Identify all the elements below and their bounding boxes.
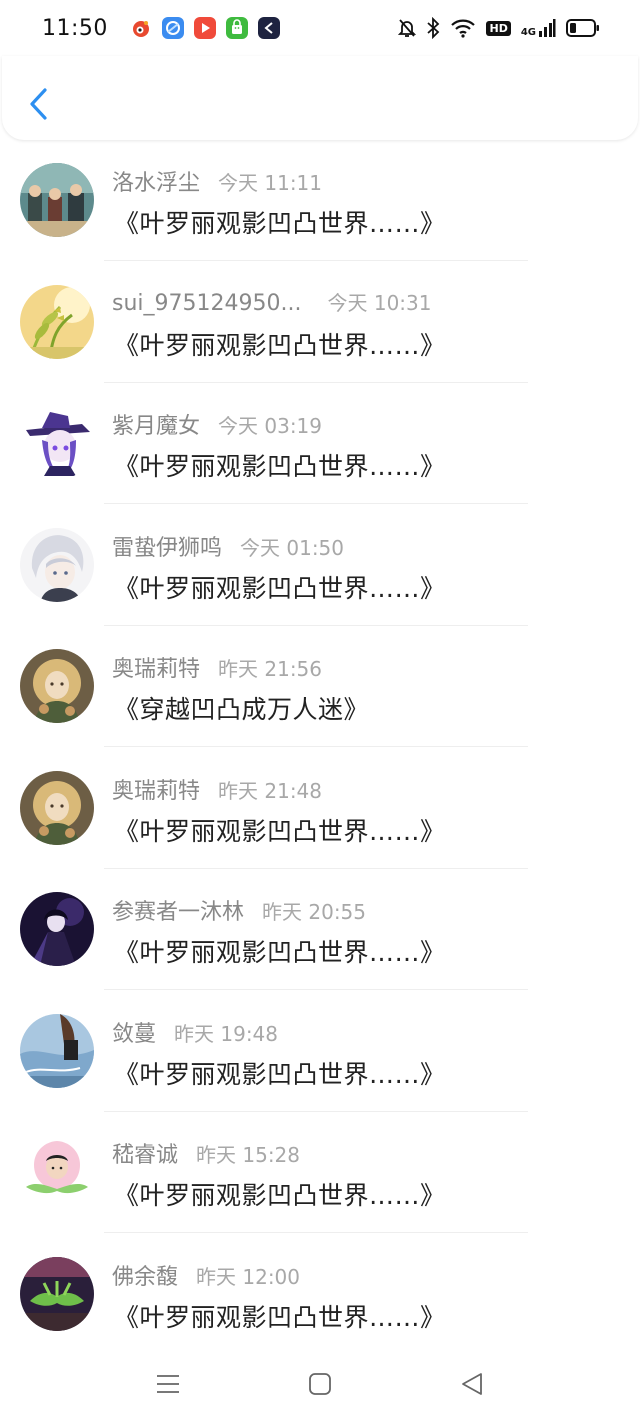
message-content: 《叶罗丽观影凹凸世界……》 — [114, 1059, 446, 1089]
avatar[interactable] — [20, 406, 94, 480]
list-item[interactable]: 奥瑞莉特 昨天 21:48 《叶罗丽观影凹凸世界……》 — [0, 748, 640, 870]
message-meta: 雷蛰伊狮鸣 今天 01:50 — [112, 530, 344, 562]
message-time: 今天 11:11 — [218, 171, 323, 195]
message-meta: 佛余馥 昨天 12:00 — [112, 1259, 300, 1291]
store-icon — [225, 17, 248, 39]
app-icon — [257, 17, 280, 39]
message-time: 昨天 20:55 — [262, 900, 367, 924]
status-time: 11:50 — [42, 15, 108, 41]
sender-name[interactable]: 嵇睿诚 — [112, 1137, 178, 1169]
avatar[interactable] — [20, 527, 94, 602]
message-meta: 敛蔓 昨天 19:48 — [112, 1016, 278, 1048]
sender-name[interactable]: 佛余馥 — [112, 1259, 178, 1291]
list-item[interactable]: 奥瑞莉特 昨天 21:56 《穿越凹凸成万人迷》 — [0, 626, 640, 748]
avatar[interactable] — [20, 284, 94, 359]
avatar[interactable] — [20, 1256, 94, 1331]
avatar[interactable] — [20, 163, 94, 237]
message-meta: 奥瑞莉特 昨天 21:56 — [112, 651, 322, 683]
browser-icon — [161, 17, 184, 39]
message-time: 昨天 15:28 — [196, 1143, 301, 1167]
menu-button[interactable] — [148, 1366, 188, 1402]
avatar[interactable] — [20, 1013, 94, 1088]
list-item[interactable]: sui_975124950... 今天 10:31 《叶罗丽观影凹凸世界……》 — [0, 262, 640, 384]
message-time: 今天 10:31 — [327, 290, 432, 315]
sender-name[interactable]: sui_975124950... — [112, 291, 301, 316]
message-content: 《叶罗丽观影凹凸世界……》 — [114, 209, 446, 238]
message-meta: sui_975124950... 今天 10:31 — [112, 287, 431, 316]
message-content: 《叶罗丽观影凹凸世界……》 — [114, 816, 446, 846]
status-bar: 11:50 HD 4G — [0, 0, 640, 56]
weibo-icon — [129, 17, 152, 39]
network-type-label: 4G — [520, 27, 536, 38]
back-button[interactable] — [16, 74, 60, 134]
message-content: 《叶罗丽观影凹凸世界……》 — [114, 573, 446, 603]
cellular-signal-icon: 4G — [521, 18, 556, 38]
message-content: 《穿越凹凸成万人迷》 — [114, 695, 370, 724]
video-icon — [193, 17, 216, 39]
system-nav-bar — [0, 1350, 640, 1422]
sender-name[interactable]: 雷蛰伊狮鸣 — [112, 530, 222, 562]
screen: 11:50 HD 4G 洛水浮尘 今天 11:11 《叶罗丽观影凹凸世界……》 … — [0, 0, 640, 1422]
message-content: 《叶罗丽观影凹凸世界……》 — [114, 1181, 446, 1210]
home-button[interactable] — [300, 1366, 340, 1402]
message-time: 昨天 21:56 — [218, 657, 323, 681]
message-list: 洛水浮尘 今天 11:11 《叶罗丽观影凹凸世界……》 sui_97512495… — [0, 140, 640, 1355]
sender-name[interactable]: 奥瑞莉特 — [112, 773, 200, 805]
bluetooth-icon — [426, 17, 440, 39]
message-time: 昨天 19:48 — [174, 1021, 279, 1046]
list-item[interactable]: 洛水浮尘 今天 11:11 《叶罗丽观影凹凸世界……》 — [0, 140, 640, 262]
wifi-icon — [450, 18, 476, 38]
notification-icons — [129, 17, 280, 39]
message-content: 《叶罗丽观影凹凸世界……》 — [114, 1302, 446, 1332]
message-content: 《叶罗丽观影凹凸世界……》 — [114, 330, 446, 360]
list-item[interactable]: 参赛者一沐林 昨天 20:55 《叶罗丽观影凹凸世界……》 — [0, 869, 640, 991]
message-content: 《叶罗丽观影凹凸世界……》 — [114, 938, 446, 967]
avatar[interactable] — [20, 1135, 94, 1209]
avatar[interactable] — [20, 649, 94, 723]
message-content: 《叶罗丽观影凹凸世界……》 — [114, 452, 446, 481]
home-icon — [309, 1373, 331, 1395]
message-meta: 洛水浮尘 今天 11:11 — [112, 165, 322, 197]
message-time: 今天 01:50 — [240, 535, 345, 560]
message-meta: 紫月魔女 今天 03:19 — [112, 408, 322, 440]
mute-bell-icon — [398, 18, 417, 38]
sender-name[interactable]: 参赛者一沐林 — [112, 894, 244, 926]
sender-name[interactable]: 敛蔓 — [112, 1016, 156, 1048]
message-meta: 奥瑞莉特 昨天 21:48 — [112, 773, 322, 805]
list-item[interactable]: 佛余馥 昨天 12:00 《叶罗丽观影凹凸世界……》 — [0, 1234, 640, 1356]
message-time: 今天 03:19 — [218, 414, 323, 438]
app-header — [2, 56, 638, 140]
avatar[interactable] — [20, 892, 94, 966]
message-time: 昨天 21:48 — [218, 778, 323, 803]
back-triangle-icon — [462, 1373, 482, 1395]
message-time: 昨天 12:00 — [196, 1264, 301, 1289]
avatar[interactable] — [20, 770, 94, 845]
menu-icon — [157, 1375, 179, 1393]
back-nav-button[interactable] — [452, 1366, 492, 1402]
message-meta: 参赛者一沐林 昨天 20:55 — [112, 894, 366, 926]
list-item[interactable]: 雷蛰伊狮鸣 今天 01:50 《叶罗丽观影凹凸世界……》 — [0, 505, 640, 627]
message-meta: 嵇睿诚 昨天 15:28 — [112, 1137, 300, 1169]
list-item[interactable]: 嵇睿诚 昨天 15:28 《叶罗丽观影凹凸世界……》 — [0, 1112, 640, 1234]
list-item[interactable]: 敛蔓 昨天 19:48 《叶罗丽观影凹凸世界……》 — [0, 991, 640, 1113]
system-status-icons: HD 4G — [398, 17, 600, 39]
sender-name[interactable]: 紫月魔女 — [112, 408, 200, 440]
hd-badge: HD — [486, 20, 511, 36]
chevron-left-icon — [30, 88, 47, 120]
sender-name[interactable]: 洛水浮尘 — [112, 165, 200, 197]
battery-icon — [566, 19, 600, 37]
list-item[interactable]: 紫月魔女 今天 03:19 《叶罗丽观影凹凸世界……》 — [0, 383, 640, 505]
sender-name[interactable]: 奥瑞莉特 — [112, 651, 200, 683]
